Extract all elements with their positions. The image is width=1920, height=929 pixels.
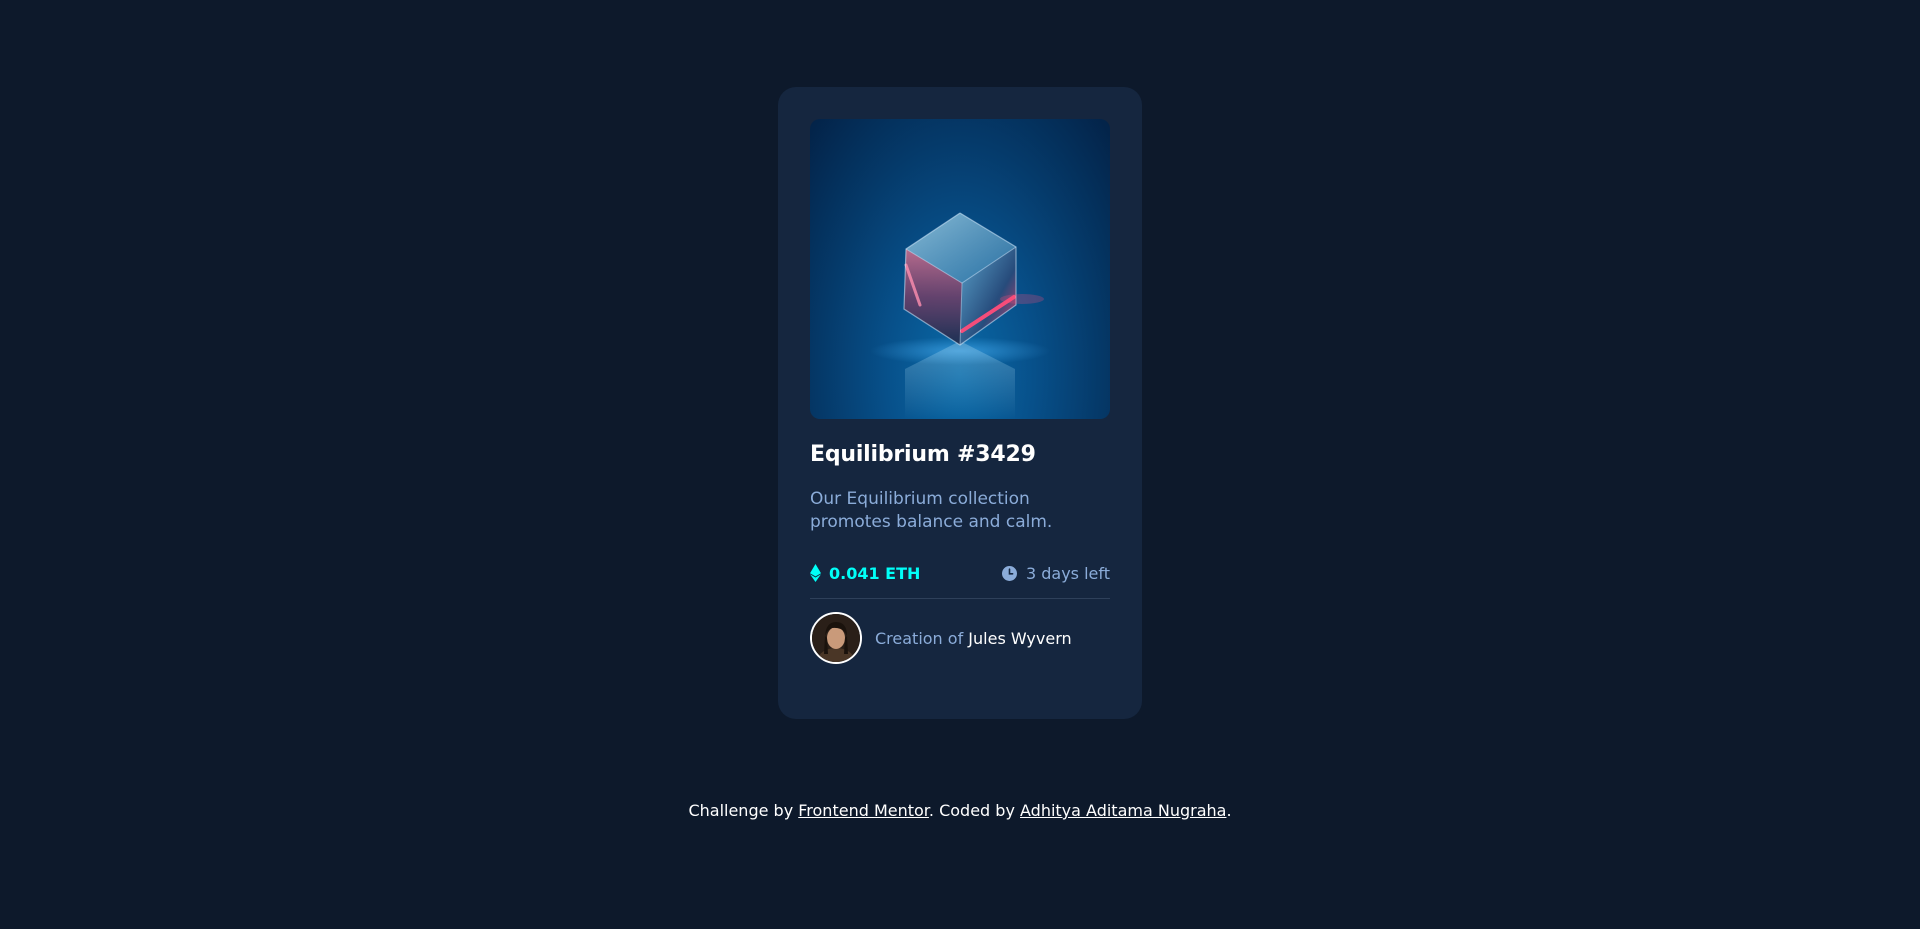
attribution-middle: . Coded by bbox=[928, 801, 1020, 820]
nft-description: Our Equilibrium collection promotes bala… bbox=[810, 489, 1053, 532]
avatar bbox=[810, 612, 862, 664]
time-left: 3 days left bbox=[1001, 563, 1110, 583]
author-link[interactable]: Adhitya Aditama Nugraha bbox=[1020, 801, 1226, 820]
creator-row: Creation of Jules Wyvern bbox=[810, 612, 1110, 664]
attribution-suffix: . bbox=[1226, 801, 1232, 820]
creator-name-link[interactable]: Jules Wyvern bbox=[968, 629, 1071, 648]
cube-illustration bbox=[870, 212, 1050, 419]
nft-card: Equilibrium #3429 Our Equilibrium collec… bbox=[778, 87, 1142, 719]
creator-prefix: Creation of bbox=[875, 628, 969, 648]
nft-image[interactable] bbox=[810, 119, 1110, 419]
divider bbox=[810, 598, 1110, 599]
price-value: 0.041 ETH bbox=[829, 563, 921, 583]
time-left-value: 3 days left bbox=[1025, 563, 1110, 583]
nft-meta: 0.041 ETH 3 days left bbox=[810, 561, 1110, 585]
clock-icon bbox=[1001, 565, 1017, 581]
attribution-prefix: Challenge by bbox=[688, 801, 799, 820]
creator-text: Creation of Jules Wyvern bbox=[875, 629, 1072, 648]
nft-title[interactable]: Equilibrium #3429 bbox=[810, 442, 1110, 467]
avatar-image bbox=[812, 614, 860, 662]
frontend-mentor-link[interactable]: Frontend Mentor bbox=[798, 801, 929, 820]
attribution: Challenge by Frontend Mentor. Coded by A… bbox=[0, 801, 1920, 820]
price: 0.041 ETH bbox=[810, 564, 920, 583]
ethereum-icon bbox=[810, 564, 821, 582]
